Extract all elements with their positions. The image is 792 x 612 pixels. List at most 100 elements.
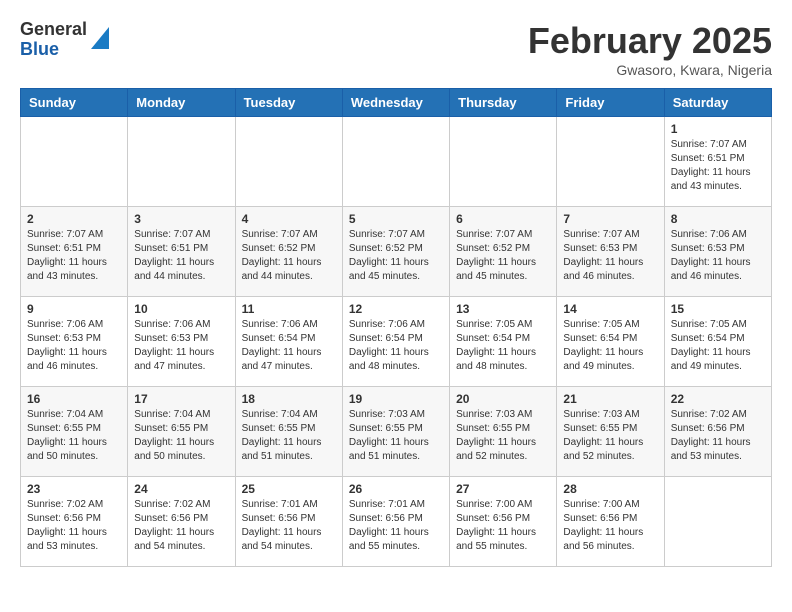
logo-text: General Blue [20,20,87,60]
day-info: Sunrise: 7:03 AM Sunset: 6:55 PM Dayligh… [456,408,550,464]
logo-blue: Blue [20,40,87,60]
day-number: 15 [671,302,765,316]
title-section: February 2025 Gwasoro, Kwara, Nigeria [528,20,772,78]
day-number: 24 [134,482,228,496]
calendar-cell: 15 Sunrise: 7:05 AM Sunset: 6:54 PM Dayli… [664,297,771,387]
calendar-cell: 24 Sunrise: 7:02 AM Sunset: 6:56 PM Dayli… [128,477,235,567]
day-info: Sunrise: 7:07 AM Sunset: 6:53 PM Dayligh… [563,228,657,284]
calendar-cell: 21 Sunrise: 7:03 AM Sunset: 6:55 PM Dayli… [557,387,664,477]
header-saturday: Saturday [664,89,771,117]
day-number: 17 [134,392,228,406]
calendar-cell: 23 Sunrise: 7:02 AM Sunset: 6:56 PM Dayli… [21,477,128,567]
day-info: Sunrise: 7:04 AM Sunset: 6:55 PM Dayligh… [27,408,121,464]
calendar-cell [235,117,342,207]
day-number: 13 [456,302,550,316]
calendar-cell: 5 Sunrise: 7:07 AM Sunset: 6:52 PM Daylig… [342,207,449,297]
day-number: 27 [456,482,550,496]
calendar-cell [557,117,664,207]
calendar-cell: 19 Sunrise: 7:03 AM Sunset: 6:55 PM Dayli… [342,387,449,477]
week-row: 23 Sunrise: 7:02 AM Sunset: 6:56 PM Dayli… [21,477,772,567]
calendar-cell: 8 Sunrise: 7:06 AM Sunset: 6:53 PM Daylig… [664,207,771,297]
day-info: Sunrise: 7:05 AM Sunset: 6:54 PM Dayligh… [671,318,765,374]
day-info: Sunrise: 7:01 AM Sunset: 6:56 PM Dayligh… [349,498,443,554]
calendar-cell: 11 Sunrise: 7:06 AM Sunset: 6:54 PM Dayli… [235,297,342,387]
day-number: 21 [563,392,657,406]
day-info: Sunrise: 7:06 AM Sunset: 6:53 PM Dayligh… [671,228,765,284]
day-info: Sunrise: 7:05 AM Sunset: 6:54 PM Dayligh… [456,318,550,374]
location-subtitle: Gwasoro, Kwara, Nigeria [528,62,772,78]
day-number: 19 [349,392,443,406]
calendar-cell: 13 Sunrise: 7:05 AM Sunset: 6:54 PM Dayli… [450,297,557,387]
calendar-cell: 3Sunrise: 7:07 AM Sunset: 6:51 PM Daylig… [128,207,235,297]
day-number: 10 [134,302,228,316]
logo-triangle-icon [91,27,109,49]
week-row: 9Sunrise: 7:06 AM Sunset: 6:53 PM Daylig… [21,297,772,387]
day-info: Sunrise: 7:02 AM Sunset: 6:56 PM Dayligh… [134,498,228,554]
calendar-table: SundayMondayTuesdayWednesdayThursdayFrid… [20,88,772,567]
day-number: 8 [671,212,765,226]
day-number: 26 [349,482,443,496]
header-thursday: Thursday [450,89,557,117]
header-monday: Monday [128,89,235,117]
calendar-cell: 17 Sunrise: 7:04 AM Sunset: 6:55 PM Dayli… [128,387,235,477]
month-title: February 2025 [528,20,772,62]
calendar-cell: 22Sunrise: 7:02 AM Sunset: 6:56 PM Dayli… [664,387,771,477]
day-number: 23 [27,482,121,496]
header-tuesday: Tuesday [235,89,342,117]
header-wednesday: Wednesday [342,89,449,117]
day-info: Sunrise: 7:01 AM Sunset: 6:56 PM Dayligh… [242,498,336,554]
calendar-header: SundayMondayTuesdayWednesdayThursdayFrid… [21,89,772,117]
day-number: 2 [27,212,121,226]
logo-general: General [20,20,87,40]
day-number: 5 [349,212,443,226]
week-row: 2 Sunrise: 7:07 AM Sunset: 6:51 PM Daylig… [21,207,772,297]
calendar-cell: 28Sunrise: 7:00 AM Sunset: 6:56 PM Dayli… [557,477,664,567]
day-info: Sunrise: 7:07 AM Sunset: 6:52 PM Dayligh… [349,228,443,284]
header-row: SundayMondayTuesdayWednesdayThursdayFrid… [21,89,772,117]
day-info: Sunrise: 7:06 AM Sunset: 6:54 PM Dayligh… [242,318,336,374]
day-info: Sunrise: 7:04 AM Sunset: 6:55 PM Dayligh… [242,408,336,464]
logo: General Blue [20,20,109,60]
day-info: Sunrise: 7:00 AM Sunset: 6:56 PM Dayligh… [456,498,550,554]
day-number: 25 [242,482,336,496]
day-number: 16 [27,392,121,406]
calendar-cell: 20 Sunrise: 7:03 AM Sunset: 6:55 PM Dayli… [450,387,557,477]
day-info: Sunrise: 7:00 AM Sunset: 6:56 PM Dayligh… [563,498,657,554]
calendar-cell: 6Sunrise: 7:07 AM Sunset: 6:52 PM Daylig… [450,207,557,297]
day-number: 22 [671,392,765,406]
calendar-body: 1Sunrise: 7:07 AM Sunset: 6:51 PM Daylig… [21,117,772,567]
calendar-cell [342,117,449,207]
day-number: 20 [456,392,550,406]
calendar-cell [128,117,235,207]
header-friday: Friday [557,89,664,117]
day-info: Sunrise: 7:02 AM Sunset: 6:56 PM Dayligh… [27,498,121,554]
calendar-cell: 18 Sunrise: 7:04 AM Sunset: 6:55 PM Dayli… [235,387,342,477]
calendar-cell [664,477,771,567]
calendar-cell: 12Sunrise: 7:06 AM Sunset: 6:54 PM Dayli… [342,297,449,387]
day-info: Sunrise: 7:07 AM Sunset: 6:52 PM Dayligh… [242,228,336,284]
calendar-cell: 7 Sunrise: 7:07 AM Sunset: 6:53 PM Daylig… [557,207,664,297]
day-info: Sunrise: 7:06 AM Sunset: 6:53 PM Dayligh… [134,318,228,374]
day-number: 7 [563,212,657,226]
day-info: Sunrise: 7:03 AM Sunset: 6:55 PM Dayligh… [349,408,443,464]
day-info: Sunrise: 7:03 AM Sunset: 6:55 PM Dayligh… [563,408,657,464]
day-number: 11 [242,302,336,316]
day-info: Sunrise: 7:07 AM Sunset: 6:51 PM Dayligh… [27,228,121,284]
calendar-cell [21,117,128,207]
day-number: 12 [349,302,443,316]
day-info: Sunrise: 7:05 AM Sunset: 6:54 PM Dayligh… [563,318,657,374]
calendar-cell: 1Sunrise: 7:07 AM Sunset: 6:51 PM Daylig… [664,117,771,207]
calendar-cell: 16 Sunrise: 7:04 AM Sunset: 6:55 PM Dayli… [21,387,128,477]
week-row: 16 Sunrise: 7:04 AM Sunset: 6:55 PM Dayli… [21,387,772,477]
page-header: General Blue February 2025 Gwasoro, Kwar… [20,20,772,78]
day-number: 14 [563,302,657,316]
day-info: Sunrise: 7:07 AM Sunset: 6:52 PM Dayligh… [456,228,550,284]
calendar-cell: 2 Sunrise: 7:07 AM Sunset: 6:51 PM Daylig… [21,207,128,297]
day-info: Sunrise: 7:06 AM Sunset: 6:53 PM Dayligh… [27,318,121,374]
calendar-cell: 26 Sunrise: 7:01 AM Sunset: 6:56 PM Dayli… [342,477,449,567]
day-info: Sunrise: 7:04 AM Sunset: 6:55 PM Dayligh… [134,408,228,464]
calendar-cell: 27 Sunrise: 7:00 AM Sunset: 6:56 PM Dayli… [450,477,557,567]
day-number: 18 [242,392,336,406]
day-number: 3 [134,212,228,226]
week-row: 1Sunrise: 7:07 AM Sunset: 6:51 PM Daylig… [21,117,772,207]
